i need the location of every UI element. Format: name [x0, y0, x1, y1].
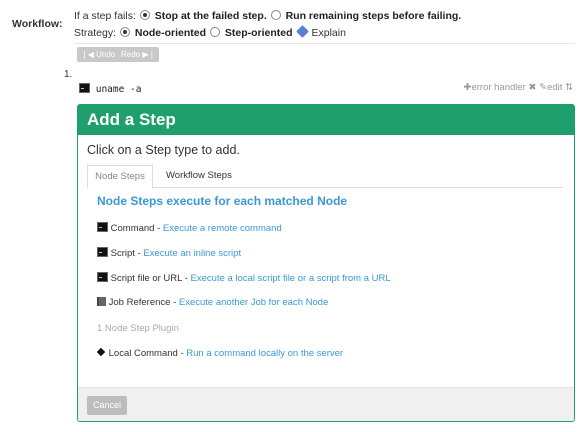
strategy-label: Strategy: — [74, 27, 117, 39]
add-step-subtitle: Click on a Step type to add. — [87, 143, 240, 157]
tab-node-steps[interactable]: Node Steps — [87, 165, 153, 189]
terminal-icon — [97, 222, 108, 232]
failure-behavior-row: If a step fails: Stop at the failed step… — [74, 10, 461, 22]
if-fail-label: If a step fails: — [74, 10, 136, 22]
step-type-name: Script file or URL — [110, 273, 183, 284]
add-step-panel: Add a Step Click on a Step type to add. … — [77, 104, 575, 422]
node-oriented-radio[interactable] — [119, 27, 130, 37]
diamond-icon — [96, 347, 106, 357]
remove-step-icon[interactable]: ✖ — [528, 82, 536, 93]
terminal-icon — [79, 83, 90, 93]
step-type-tabs: Node Steps Workflow Steps — [87, 165, 563, 189]
stop-at-failed-radio[interactable] — [139, 10, 150, 20]
step-command-text: uname -a — [95, 84, 142, 95]
step-type-description[interactable]: Execute an inline script — [143, 248, 241, 259]
step-oriented-label[interactable]: Step-oriented — [225, 27, 293, 39]
step-oriented-radio[interactable] — [209, 27, 220, 37]
step-number: 1. — [64, 69, 73, 80]
node-step-plugin-count: 1 Node Step Plugin — [97, 323, 179, 334]
node-oriented-label[interactable]: Node-oriented — [135, 27, 206, 39]
redo-label: Redo — [121, 50, 141, 59]
step-type-name: Local Command — [108, 348, 178, 359]
step-command[interactable]: uname -a — [79, 83, 142, 95]
step-type-name: Job Reference — [108, 297, 171, 308]
book-icon — [97, 297, 106, 306]
edit-icon: ✎ — [539, 82, 548, 93]
undo-label: Undo — [96, 50, 116, 59]
undo-icon: ❘◀ — [81, 50, 94, 59]
divider — [74, 43, 575, 44]
step-type-description[interactable]: Run a command locally on the server — [186, 348, 343, 359]
error-handler-link[interactable]: error handler — [471, 82, 525, 93]
strategy-row: Strategy: Node-oriented Step-oriented Ex… — [74, 25, 346, 39]
workflow-label: Workflow: — [12, 18, 63, 30]
terminal-icon — [97, 247, 108, 257]
add-step-title: Add a Step — [78, 105, 574, 135]
explain-link[interactable]: Explain — [311, 27, 345, 39]
step-actions: ✚error handler ✖ ✎edit ⇅ — [463, 82, 573, 93]
terminal-icon — [97, 272, 108, 282]
cancel-button[interactable]: Cancel — [87, 396, 128, 415]
step-type-name: Script — [110, 248, 135, 259]
redo-button[interactable]: Redo ▶❘ — [117, 47, 160, 62]
run-remaining-label[interactable]: Run remaining steps before failing. — [286, 10, 462, 22]
add-step-footer: Cancel — [78, 387, 574, 421]
step-type-script-file[interactable]: Script file or URL - Execute a local scr… — [97, 272, 391, 284]
run-remaining-radio[interactable] — [270, 10, 281, 20]
stop-at-failed-label[interactable]: Stop at the failed step. — [155, 10, 267, 22]
step-type-script[interactable]: Script - Execute an inline script — [97, 247, 241, 259]
explain-icon[interactable] — [296, 25, 310, 38]
undo-button[interactable]: ❘◀ Undo — [77, 47, 120, 62]
edit-link[interactable]: edit — [547, 82, 562, 93]
tab-workflow-steps[interactable]: Workflow Steps — [166, 165, 232, 187]
step-type-description[interactable]: Execute a remote command — [163, 223, 282, 234]
step-type-description[interactable]: Execute another Job for each Node — [179, 297, 328, 308]
step-type-command[interactable]: Command - Execute a remote command — [97, 222, 282, 234]
step-type-name: Command — [110, 223, 155, 234]
node-steps-heading: Node Steps execute for each matched Node — [97, 194, 348, 208]
step-type-local-command[interactable]: Local Command - Run a command locally on… — [96, 347, 343, 359]
step-type-description[interactable]: Execute a local script file or a script … — [191, 273, 391, 284]
redo-icon: ▶❘ — [142, 50, 156, 59]
reorder-icon[interactable]: ⇅ — [565, 82, 573, 93]
step-type-job-reference[interactable]: Job Reference - Execute another Job for … — [97, 297, 328, 308]
